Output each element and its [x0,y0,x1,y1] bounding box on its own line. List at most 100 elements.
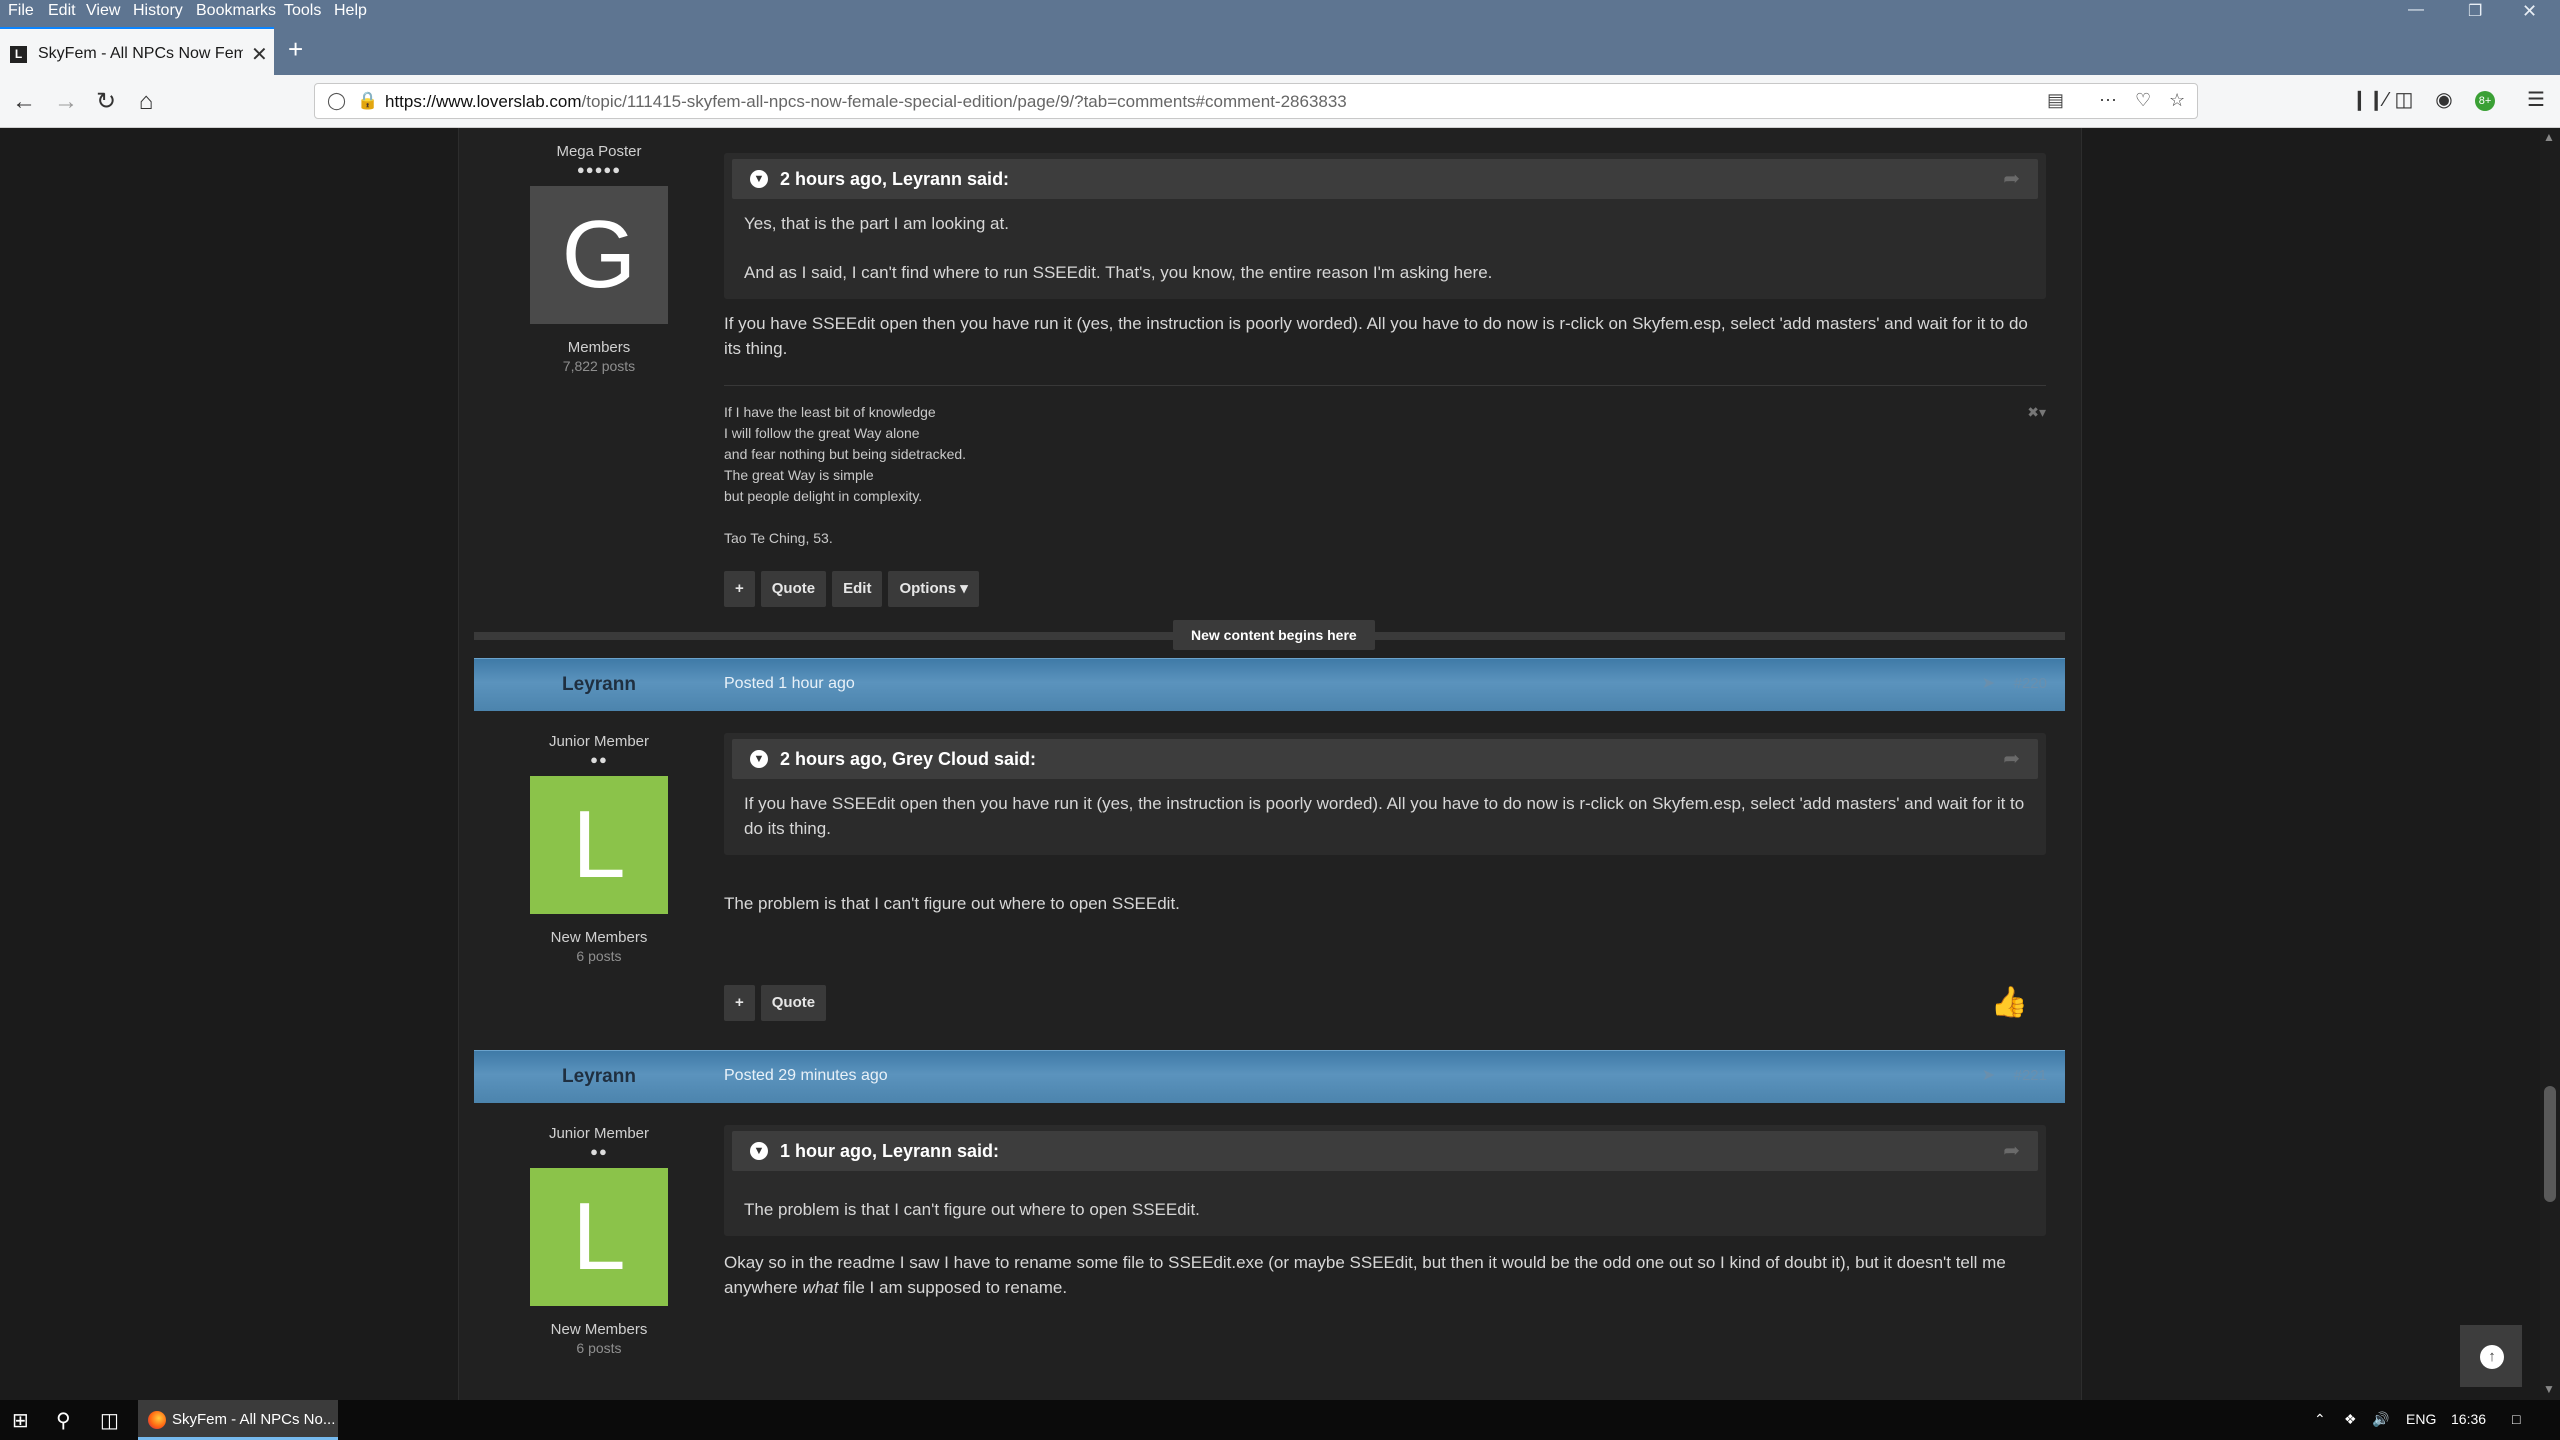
avatar[interactable]: G [530,186,668,324]
post-date[interactable]: Posted 1 hour ago [724,675,855,693]
firefox-icon [148,1411,166,1429]
quote-header[interactable]: ▼ 2 hours ago, Grey Cloud said: ➦ [732,739,2038,779]
post-text: If you have SSEEdit open then you have r… [724,314,2028,358]
post-number[interactable]: #221 [2014,1067,2047,1084]
close-signature-icon[interactable]: ✖▾ [2027,402,2046,423]
quote-header[interactable]: ▼ 2 hours ago, Leyrann said: ➦ [732,159,2038,199]
notifications-icon[interactable]: □ [2512,1411,2520,1427]
post-body: ▼ 2 hours ago, Leyrann said: ➦ Yes, that… [724,153,2046,549]
reader-view-icon[interactable]: ▤ [2047,90,2064,111]
chevron-down-icon[interactable]: ▼ [750,750,768,768]
scroll-up-icon[interactable]: ▲ [2543,130,2555,144]
signature: ✖▾ If I have the least bit of knowledge … [724,402,2046,549]
signature-line: If I have the least bit of knowledge [724,404,936,420]
rank-pips: ●● [590,752,608,767]
menu-bookmarks[interactable]: Bookmarks [196,2,276,20]
task-view-icon[interactable]: ◫ [100,1408,119,1433]
quote-button[interactable]: Quote [760,985,827,1021]
site-favicon-icon: L [10,46,27,63]
library-icon[interactable]: ❙❙⁄ [2351,87,2388,112]
share-arrow-icon[interactable]: ➦ [2003,1131,2020,1171]
extension-icon[interactable]: 8+ [2475,91,2495,111]
scroll-down-icon[interactable]: ▼ [2543,1382,2555,1396]
new-content-label: New content begins here [1173,620,1375,650]
taskbar: ⊞ ⚲ ◫ SkyFem - All NPCs No... ⌃ ❖ 🔊 ENG … [0,1400,2560,1440]
signature-line: The great Way is simple [724,467,874,483]
account-icon[interactable]: ◉ [2430,87,2458,112]
scrollbar-thumb[interactable] [2544,1086,2556,1202]
bookmark-star-icon[interactable]: ☆ [2169,90,2185,111]
tab-skyfem[interactable]: L SkyFem - All NPCs Now Female ✕ [0,27,274,75]
post-count: 6 posts [576,948,622,964]
options-button[interactable]: Options ▾ [888,571,979,607]
menu-view[interactable]: View [86,2,120,20]
post-author[interactable]: Leyrann [474,1066,724,1088]
post-actions: + Quote Edit Options ▾ [724,571,985,607]
taskbar-app-firefox[interactable]: SkyFem - All NPCs No... [138,1400,338,1440]
volume-icon[interactable]: 🔊 [2372,1411,2389,1428]
add-reaction-button[interactable]: + [724,571,755,607]
menu-help[interactable]: Help [334,2,367,20]
member-group: New Members [550,1321,648,1338]
shield-icon[interactable]: ◯ [327,91,346,111]
reload-icon[interactable]: ↻ [91,87,121,117]
back-icon[interactable]: ← [9,87,39,117]
new-tab-icon[interactable]: + [288,36,303,62]
search-icon[interactable]: ⚲ [56,1408,71,1433]
share-arrow-icon[interactable]: ➦ [2003,159,2020,199]
home-icon[interactable]: ⌂ [131,87,161,117]
tab-strip: L SkyFem - All NPCs Now Female ✕ + [0,23,2560,75]
network-icon[interactable]: ❖ [2344,1411,2357,1428]
language-indicator[interactable]: ENG [2406,1411,2436,1427]
share-icon[interactable]: ➤ [1982,673,1995,693]
quote-block: ▼ 2 hours ago, Leyrann said: ➦ Yes, that… [724,153,2046,299]
navigation-toolbar: ← → ↻ ⌂ ◯ 🔒 https://www.loverslab.com/to… [0,75,2560,128]
page-actions-icon[interactable]: ⋯ [2099,90,2117,111]
forward-icon[interactable]: → [51,87,81,117]
minimize-icon[interactable]: — [2408,1,2424,19]
menu-history[interactable]: History [133,2,183,20]
share-arrow-icon[interactable]: ➦ [2003,739,2020,779]
edit-button[interactable]: Edit [832,571,883,607]
menu-file[interactable]: File [8,2,34,20]
restore-icon[interactable]: ❐ [2468,1,2482,21]
quote-button[interactable]: Quote [760,571,827,607]
page-scrollbar[interactable]: ▲ ▼ [2540,128,2560,1400]
menu-tools[interactable]: Tools [284,2,321,20]
post-date[interactable]: Posted 29 minutes ago [724,1067,888,1085]
member-group: Members [567,339,631,356]
rank-pips: ●●●●● [576,162,622,177]
close-window-icon[interactable]: ✕ [2522,1,2537,22]
tray-chevron-up-icon[interactable]: ⌃ [2314,1411,2326,1428]
windows-start-icon[interactable]: ⊞ [12,1408,29,1433]
pocket-icon[interactable]: ♡ [2135,90,2151,111]
menu-bar: File Edit View History Bookmarks Tools H… [0,0,2560,23]
post-author[interactable]: Leyrann [474,674,724,696]
avatar[interactable]: L [530,1168,668,1306]
add-reaction-button[interactable]: + [724,985,755,1021]
quote-header[interactable]: ▼ 1 hour ago, Leyrann said: ➦ [732,1131,2038,1171]
post-body: ▼ 2 hours ago, Grey Cloud said: ➦ If you… [724,733,2046,916]
post-number[interactable]: #220 [2014,675,2047,692]
chevron-down-icon[interactable]: ▼ [750,170,768,188]
avatar[interactable]: L [530,776,668,914]
quote-block: ▼ 2 hours ago, Grey Cloud said: ➦ If you… [724,733,2046,855]
hamburger-menu-icon[interactable]: ☰ [2522,87,2550,112]
member-rank: Mega Poster [556,143,642,160]
url-bar[interactable]: ◯ 🔒 https://www.loverslab.com/topic/1114… [314,83,2198,119]
url-text[interactable]: https://www.loverslab.com/topic/111415-s… [385,92,1347,112]
chevron-down-icon[interactable]: ▼ [750,1142,768,1160]
thumbs-up-icon[interactable]: 👍 [1991,985,2028,1020]
tab-close-icon[interactable]: ✕ [251,42,268,67]
sidebar-icon[interactable]: ◫ [2390,87,2418,112]
lock-icon[interactable]: 🔒 [357,91,378,111]
clock[interactable]: 16:36 [2451,1411,2486,1427]
post-body: ▼ 1 hour ago, Leyrann said: ➦ The proble… [724,1125,2046,1300]
share-icon[interactable]: ➤ [1982,1065,1995,1085]
signature-line: I will follow the great Way alone [724,425,920,441]
quote-line: Yes, that is the part I am looking at. [744,214,1009,233]
menu-edit[interactable]: Edit [48,2,76,20]
back-to-top-button[interactable]: ↑ [2460,1325,2522,1387]
post-actions: + Quote 👍 [724,985,2046,1021]
tab-title: SkyFem - All NPCs Now Female [38,45,243,62]
